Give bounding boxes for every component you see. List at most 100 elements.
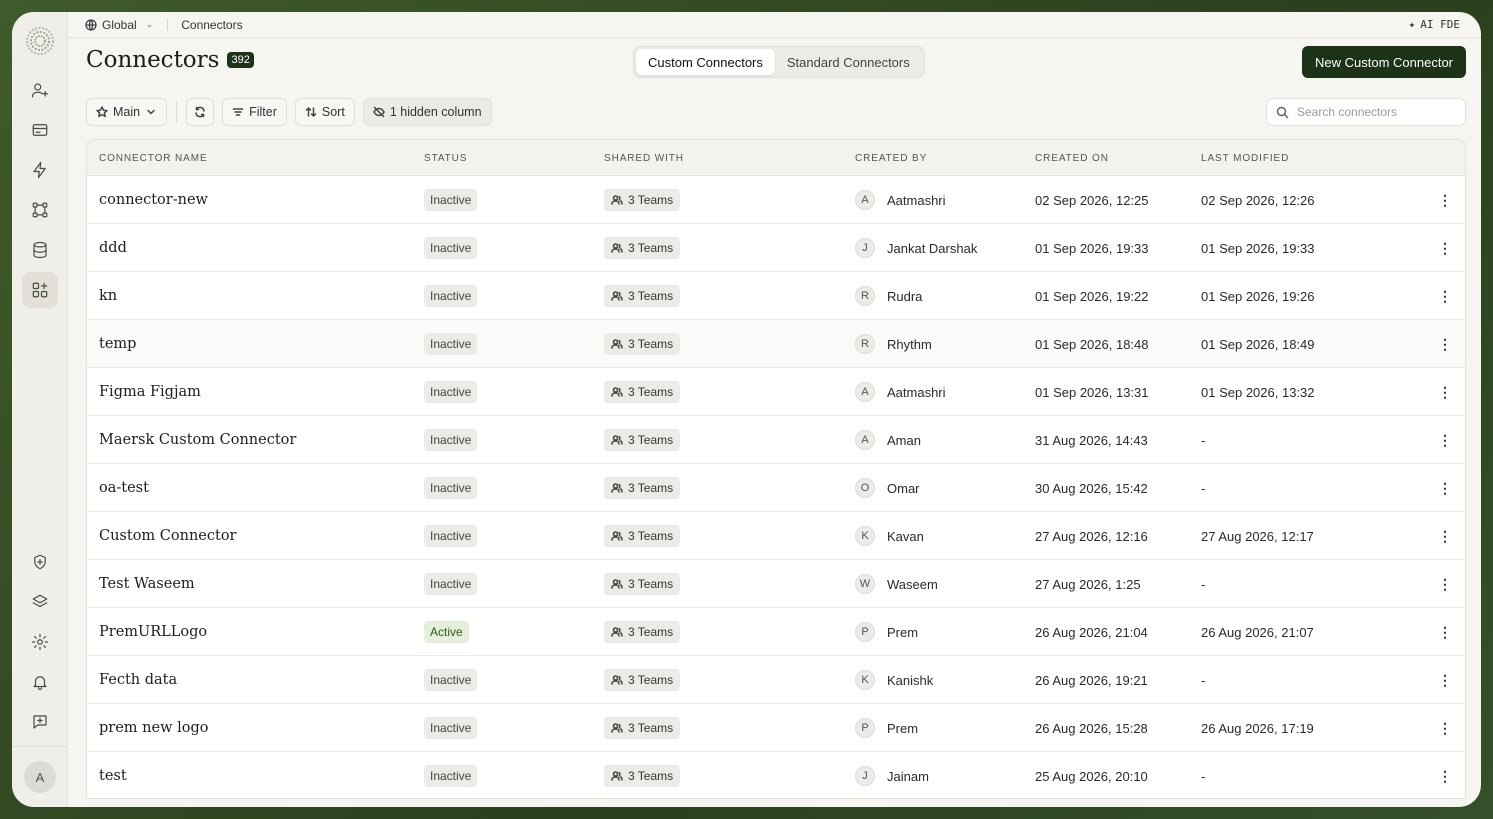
- shared-with-badge[interactable]: 3 Teams: [604, 765, 681, 787]
- column-header-last-modified[interactable]: LAST MODIFIED: [1201, 153, 1289, 164]
- connector-name[interactable]: connector-new: [99, 176, 208, 224]
- row-menu-button[interactable]: ⋮: [1437, 272, 1453, 320]
- row-menu-button[interactable]: ⋮: [1437, 704, 1453, 752]
- sidebar-item-users[interactable]: [22, 72, 58, 108]
- status-badge: Inactive: [424, 573, 478, 595]
- row-menu-button[interactable]: ⋮: [1437, 224, 1453, 272]
- filter-button[interactable]: Filter: [222, 98, 287, 126]
- connector-name[interactable]: Maersk Custom Connector: [99, 416, 296, 464]
- table-row[interactable]: temp Inactive 3 Teams R Rhythm 01 Sep 20…: [87, 320, 1465, 368]
- column-header-name[interactable]: CONNECTOR NAME: [99, 153, 208, 164]
- brand-logo-icon[interactable]: [25, 26, 55, 56]
- connector-name[interactable]: PremURLLogo: [99, 608, 207, 656]
- sidebar-item-security[interactable]: [22, 544, 58, 580]
- ai-assistant-button[interactable]: ✦ AI FDE: [1409, 18, 1460, 31]
- table-row[interactable]: PremURLLogo Active 3 Teams P Prem 26 Aug…: [87, 608, 1465, 656]
- connector-name[interactable]: prem new logo: [99, 704, 208, 752]
- sidebar-divider: [12, 746, 68, 747]
- created-on: 01 Sep 2026, 19:22: [1035, 288, 1149, 304]
- created-by: Kanishk: [887, 672, 934, 688]
- shared-with-badge[interactable]: 3 Teams: [604, 285, 681, 307]
- created-by: Aatmashri: [887, 384, 946, 400]
- user-avatar[interactable]: A: [24, 761, 56, 793]
- avatar: A: [855, 382, 875, 402]
- table-row[interactable]: oa-test Inactive 3 Teams O Omar 30 Aug 2…: [87, 464, 1465, 512]
- table-row[interactable]: connector-new Inactive 3 Teams A Aatmash…: [87, 176, 1465, 224]
- table-header: CONNECTOR NAME STATUS SHARED WITH CREATE…: [87, 140, 1465, 176]
- scope-selector[interactable]: Global ⌄: [85, 18, 153, 32]
- refresh-button[interactable]: [186, 98, 215, 126]
- sidebar-item-notifications[interactable]: [22, 664, 58, 700]
- connector-name[interactable]: Fecth data: [99, 656, 177, 704]
- row-menu-button[interactable]: ⋮: [1437, 752, 1453, 798]
- tab-standard-connectors[interactable]: Standard Connectors: [775, 49, 922, 75]
- column-header-status[interactable]: STATUS: [424, 153, 467, 164]
- row-menu-button[interactable]: ⋮: [1437, 656, 1453, 704]
- tab-custom-connectors[interactable]: Custom Connectors: [636, 49, 775, 75]
- shared-with-badge[interactable]: 3 Teams: [604, 189, 681, 211]
- row-menu-button[interactable]: ⋮: [1437, 320, 1453, 368]
- column-header-created-on[interactable]: CREATED ON: [1035, 153, 1109, 164]
- row-menu-button[interactable]: ⋮: [1437, 176, 1453, 224]
- row-menu-button[interactable]: ⋮: [1437, 368, 1453, 416]
- bolt-icon: [33, 161, 46, 179]
- table-row[interactable]: Custom Connector Inactive 3 Teams K Kava…: [87, 512, 1465, 560]
- card-icon: [32, 124, 48, 136]
- connector-name[interactable]: Figma Figjam: [99, 368, 201, 416]
- shared-with-badge[interactable]: 3 Teams: [604, 669, 681, 691]
- shared-with-badge[interactable]: 3 Teams: [604, 573, 681, 595]
- connector-name[interactable]: oa-test: [99, 464, 149, 512]
- sort-button[interactable]: Sort: [294, 98, 355, 126]
- row-menu-button[interactable]: ⋮: [1437, 416, 1453, 464]
- table-row[interactable]: Figma Figjam Inactive 3 Teams A Aatmashr…: [87, 368, 1465, 416]
- table-row[interactable]: Test Waseem Inactive 3 Teams W Waseem 27…: [87, 560, 1465, 608]
- table-row[interactable]: ddd Inactive 3 Teams J Jankat Darshak 01…: [87, 224, 1465, 272]
- users-icon: [611, 675, 623, 685]
- workflow-icon: [32, 202, 48, 218]
- shared-with-badge[interactable]: 3 Teams: [604, 525, 681, 547]
- shared-cell: 3 Teams: [604, 608, 681, 656]
- hidden-columns-button[interactable]: 1 hidden column: [362, 98, 492, 126]
- breadcrumb[interactable]: Connectors: [181, 18, 242, 32]
- sidebar-item-feedback[interactable]: [22, 704, 58, 740]
- connector-name[interactable]: Custom Connector: [99, 512, 236, 560]
- shared-with-badge[interactable]: 3 Teams: [604, 477, 681, 499]
- user-plus-icon: [31, 83, 49, 98]
- shared-cell: 3 Teams: [604, 416, 681, 464]
- connector-name[interactable]: kn: [99, 272, 117, 320]
- shared-with-badge[interactable]: 3 Teams: [604, 333, 681, 355]
- row-menu-button[interactable]: ⋮: [1437, 512, 1453, 560]
- avatar: J: [855, 766, 875, 786]
- sidebar-item-settings[interactable]: [22, 624, 58, 660]
- column-header-shared-with[interactable]: SHARED WITH: [604, 153, 684, 164]
- shared-with-badge[interactable]: 3 Teams: [604, 237, 681, 259]
- connector-name[interactable]: test: [99, 752, 127, 798]
- last-modified: 01 Sep 2026, 18:49: [1201, 336, 1315, 352]
- sidebar-item-cards[interactable]: [22, 112, 58, 148]
- sidebar-item-data[interactable]: [22, 232, 58, 268]
- connector-name[interactable]: ddd: [99, 224, 127, 272]
- table-row[interactable]: test Inactive 3 Teams J Jainam 25 Aug 20…: [87, 752, 1465, 798]
- shared-with-badge[interactable]: 3 Teams: [604, 429, 681, 451]
- view-selector[interactable]: Main: [86, 98, 168, 126]
- row-menu-button[interactable]: ⋮: [1437, 464, 1453, 512]
- search-input[interactable]: [1297, 105, 1457, 119]
- shared-with-badge[interactable]: 3 Teams: [604, 621, 681, 643]
- column-header-created-by[interactable]: CREATED BY: [855, 153, 927, 164]
- row-menu-button[interactable]: ⋮: [1437, 608, 1453, 656]
- connector-name[interactable]: Test Waseem: [99, 560, 195, 608]
- sidebar-item-layers[interactable]: [22, 584, 58, 620]
- sidebar-item-actions[interactable]: [22, 152, 58, 188]
- shared-with-badge[interactable]: 3 Teams: [604, 381, 681, 403]
- new-custom-connector-button[interactable]: New Custom Connector: [1302, 46, 1466, 78]
- sidebar-item-workflows[interactable]: [22, 192, 58, 228]
- connector-name[interactable]: temp: [99, 320, 136, 368]
- users-icon: [611, 579, 623, 589]
- row-menu-button[interactable]: ⋮: [1437, 560, 1453, 608]
- table-row[interactable]: Fecth data Inactive 3 Teams K Kanishk 26…: [87, 656, 1465, 704]
- table-row[interactable]: kn Inactive 3 Teams R Rudra 01 Sep 2026,…: [87, 272, 1465, 320]
- shared-with-badge[interactable]: 3 Teams: [604, 717, 681, 739]
- table-row[interactable]: prem new logo Inactive 3 Teams P Prem 26…: [87, 704, 1465, 752]
- sidebar-item-connectors[interactable]: [22, 272, 58, 308]
- table-row[interactable]: Maersk Custom Connector Inactive 3 Teams…: [87, 416, 1465, 464]
